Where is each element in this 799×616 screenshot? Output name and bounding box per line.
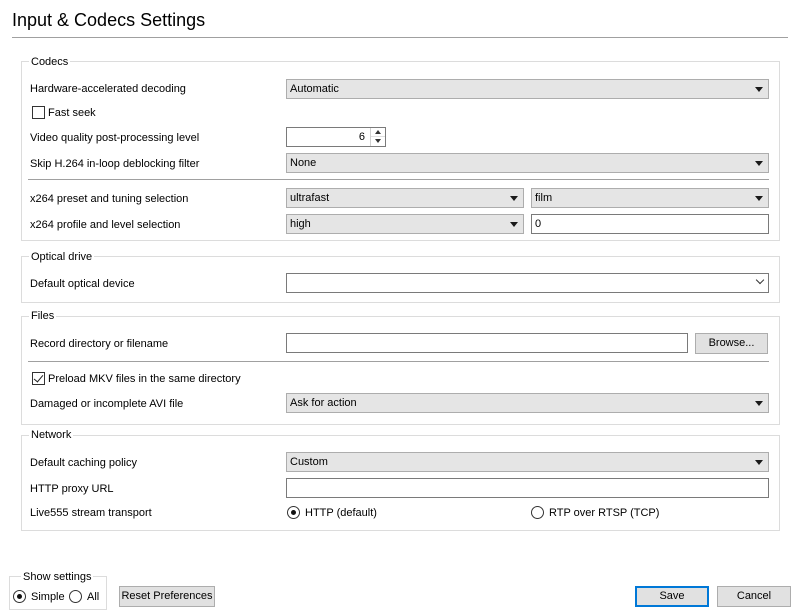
optical-device-label: Default optical device <box>30 278 135 290</box>
caching-label: Default caching policy <box>30 457 138 469</box>
dropdown-arrow-icon <box>755 87 763 92</box>
codecs-group-title: Codecs <box>29 56 71 69</box>
transport-label: Live555 stream transport <box>30 507 152 519</box>
dropdown-arrow-icon <box>755 161 763 166</box>
skip-h264-value: None <box>290 157 317 169</box>
dropdown-arrow-icon <box>755 401 763 406</box>
pp-level-label: Video quality post-processing level <box>30 132 200 144</box>
x264-preset-label: x264 preset and tuning selection <box>30 193 189 205</box>
fast-seek-label[interactable]: Fast seek <box>48 106 96 120</box>
dropdown-arrow-icon <box>755 196 763 201</box>
show-simple-label[interactable]: Simple <box>31 590 65 604</box>
show-all-label[interactable]: All <box>87 590 99 604</box>
page-title: Input & Codecs Settings <box>12 10 206 30</box>
pp-level-spinbox[interactable]: 6 <box>286 127 386 147</box>
spin-down-button[interactable] <box>371 137 385 146</box>
radio-selected-dot <box>291 510 296 515</box>
show-all-radio[interactable] <box>69 590 82 603</box>
skip-h264-select[interactable]: None <box>286 153 769 173</box>
chevron-down-icon <box>755 275 765 285</box>
x264-profile-value: high <box>290 218 311 230</box>
proxy-label: HTTP proxy URL <box>30 483 114 495</box>
transport-rtsp-label[interactable]: RTP over RTSP (TCP) <box>549 506 659 520</box>
spin-buttons <box>370 128 385 146</box>
cancel-button[interactable]: Cancel <box>717 586 791 607</box>
caching-select[interactable]: Custom <box>286 452 769 472</box>
transport-rtsp-radio[interactable] <box>531 506 544 519</box>
x264-preset-select[interactable]: ultrafast <box>286 188 524 208</box>
x264-tuning-value: film <box>535 192 553 204</box>
preload-mkv-label[interactable]: Preload MKV files in the same directory <box>48 372 241 386</box>
files-group-title: Files <box>29 310 57 323</box>
show-settings-title: Show settings <box>21 571 94 584</box>
title-divider <box>12 37 788 38</box>
record-path-input[interactable] <box>286 333 688 353</box>
hw-decoding-label: Hardware-accelerated decoding <box>30 83 186 95</box>
dropdown-arrow-icon <box>510 222 518 227</box>
damaged-avi-value: Ask for action <box>290 397 357 409</box>
caching-value: Custom <box>290 456 328 468</box>
transport-http-radio[interactable] <box>287 506 300 519</box>
dropdown-arrow-icon <box>755 460 763 465</box>
proxy-url-input[interactable] <box>286 478 769 498</box>
spin-up-button[interactable] <box>371 128 385 137</box>
checkmark-icon <box>33 372 44 383</box>
optical-group-title: Optical drive <box>29 251 95 264</box>
optical-device-select[interactable] <box>286 273 769 293</box>
damaged-avi-select[interactable]: Ask for action <box>286 393 769 413</box>
reset-preferences-button[interactable]: Reset Preferences <box>119 586 215 607</box>
codecs-separator <box>28 179 769 180</box>
x264-profile-label: x264 profile and level selection <box>30 219 181 231</box>
x264-tuning-select[interactable]: film <box>531 188 769 208</box>
radio-selected-dot <box>17 594 22 599</box>
arrow-up-icon <box>375 130 381 134</box>
record-label: Record directory or filename <box>30 338 169 350</box>
x264-profile-select[interactable]: high <box>286 214 524 234</box>
damaged-avi-label: Damaged or incomplete AVI file <box>30 398 184 410</box>
show-simple-radio[interactable] <box>13 590 26 603</box>
pp-level-value: 6 <box>358 131 365 143</box>
skip-h264-label: Skip H.264 in-loop deblocking filter <box>30 158 200 170</box>
save-button[interactable]: Save <box>635 586 709 607</box>
network-group-title: Network <box>29 429 74 442</box>
browse-button[interactable]: Browse... <box>695 333 768 354</box>
transport-http-label[interactable]: HTTP (default) <box>305 506 377 520</box>
fast-seek-checkbox[interactable] <box>32 106 45 119</box>
files-separator <box>28 361 769 362</box>
arrow-down-icon <box>375 139 381 143</box>
hw-decoding-select[interactable]: Automatic <box>286 79 769 99</box>
x264-level-input[interactable]: 0 <box>531 214 769 234</box>
hw-decoding-value: Automatic <box>290 83 339 95</box>
dropdown-arrow-icon <box>510 196 518 201</box>
preload-mkv-checkbox[interactable] <box>32 372 45 385</box>
x264-preset-value: ultrafast <box>290 192 330 204</box>
